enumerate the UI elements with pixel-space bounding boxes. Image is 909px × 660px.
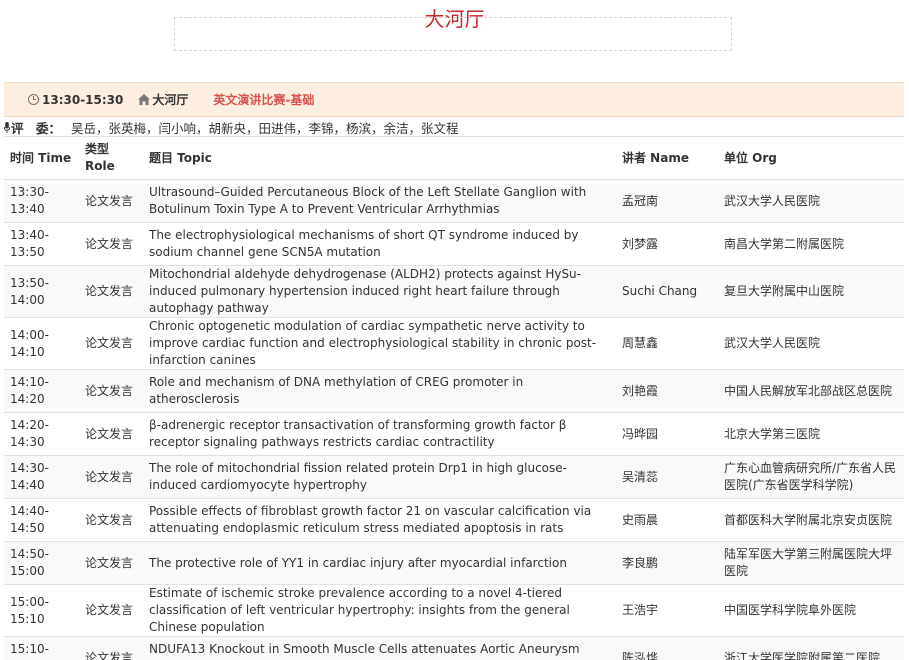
table-row: 14:30-14:40 论文发言 The role of mitochondri… [4,455,904,499]
cell-org: 陆军军医大学第三附属医院大坪医院 [718,541,904,585]
cell-speaker: 周慧鑫 [616,317,718,370]
cell-role: 论文发言 [79,317,143,370]
cell-topic: Possible effects of fibroblast growth fa… [143,498,616,542]
table-row: 13:50-14:00 论文发言 Mitochondrial aldehyde … [4,265,904,318]
cell-org: 中国医学科学院阜外医院 [718,584,904,637]
cell-speaker: 王浩宇 [616,584,718,637]
cell-time: 14:30-14:40 [4,455,79,499]
cell-speaker: 刘艳霞 [616,369,718,413]
cell-topic: Role and mechanism of DNA methylation of… [143,369,616,413]
table-row: 14:00-14:10 论文发言 Chronic optogenetic mod… [4,317,904,370]
clock-icon [28,94,39,105]
cell-role: 论文发言 [79,369,143,413]
header-time: 时间 Time [4,136,79,180]
cell-time: 15:00-15:10 [4,584,79,637]
cell-role: 论文发言 [79,541,143,585]
judges-label: 评 委： [11,120,62,136]
table-row: 13:40-13:50 论文发言 The electrophysiologica… [4,222,904,266]
cell-time: 14:00-14:10 [4,317,79,370]
judges-line: 评 委： 吴岳，张英梅，闫小响，胡新央，田进伟，李锦，杨滨，余洁，张文程 [4,119,459,136]
header-topic: 题目 Topic [143,136,616,180]
table-row: 14:50-15:00 论文发言 The protective role of … [4,541,904,585]
session-header: 13:30-15:30 大河厅 英文演讲比赛-基础 [4,82,904,117]
header-org: 单位 Org [718,136,904,180]
cell-org: 中国人民解放军北部战区总医院 [718,369,904,413]
cell-topic: The protective role of YY1 in cardiac in… [143,541,616,585]
judges-names: 吴岳，张英梅，闫小响，胡新央，田进伟，李锦，杨滨，余洁，张文程 [71,120,459,136]
table-row: 14:40-14:50 论文发言 Possible effects of fib… [4,498,904,542]
cell-role: 论文发言 [79,412,143,456]
cell-topic: The role of mitochondrial fission relate… [143,455,616,499]
session-venue: 大河厅 [152,93,189,107]
cell-org: 浙江大学医学院附属第二医院 [718,636,904,660]
cell-org: 武汉大学人民医院 [718,317,904,370]
cell-org: 首都医科大学附属北京安贞医院 [718,498,904,542]
table-row: 15:00-15:10 论文发言 Estimate of ischemic st… [4,584,904,637]
session-time-text: 13:30-15:30 [42,92,124,107]
cell-speaker: 刘梦露 [616,222,718,266]
cell-topic: Ultrasound–Guided Percutaneous Block of … [143,179,616,223]
cell-org: 南昌大学第二附属医院 [718,222,904,266]
microphone-icon [4,121,10,133]
table-row: 13:30-13:40 论文发言 Ultrasound–Guided Percu… [4,179,904,223]
home-icon [138,94,151,105]
cell-speaker: 吴清蕊 [616,455,718,499]
table-row: 14:10-14:20 论文发言 Role and mechanism of D… [4,369,904,413]
cell-speaker: 陈泓烨 [616,636,718,660]
cell-role: 论文发言 [79,265,143,318]
session-time: 13:30-15:30 [28,93,123,107]
header-speaker: 讲者 Name [616,136,718,180]
table-row: 14:20-14:30 论文发言 β-adrenergic receptor t… [4,412,904,456]
cell-topic: Chronic optogenetic modulation of cardia… [143,317,616,370]
schedule-table: 时间 Time 类型 Role 题目 Topic 讲者 Name 单位 Org … [4,136,904,660]
cell-speaker: 史雨晨 [616,498,718,542]
cell-role: 论文发言 [79,179,143,223]
cell-time: 15:10-15:20 [4,636,79,660]
cell-topic: NDUFA13 Knockout in Smooth Muscle Cells … [143,636,616,660]
header-role: 类型 Role [79,136,143,180]
session-name: 英文演讲比赛-基础 [213,93,315,107]
table-row: 15:10-15:20 论文发言 NDUFA13 Knockout in Smo… [4,636,904,660]
cell-org: 广东心血管病研究所/广东省人民医院(广东省医学科学院) [718,455,904,499]
hall-banner-box [174,17,732,51]
cell-time: 14:10-14:20 [4,369,79,413]
cell-time: 13:40-13:50 [4,222,79,266]
table-header-row: 时间 Time 类型 Role 题目 Topic 讲者 Name 单位 Org [4,136,904,180]
cell-role: 论文发言 [79,455,143,499]
cell-role: 论文发言 [79,222,143,266]
cell-org: 北京大学第三医院 [718,412,904,456]
cell-role: 论文发言 [79,636,143,660]
cell-role: 论文发言 [79,498,143,542]
cell-topic: Estimate of ischemic stroke prevalence a… [143,584,616,637]
cell-speaker: Suchi Chang [616,265,718,318]
cell-topic: β-adrenergic receptor transactivation of… [143,412,616,456]
cell-topic: Mitochondrial aldehyde dehydrogenase (AL… [143,265,616,318]
cell-speaker: 孟冠南 [616,179,718,223]
cell-time: 13:30-13:40 [4,179,79,223]
cell-role: 论文发言 [79,584,143,637]
cell-time: 14:40-14:50 [4,498,79,542]
cell-time: 13:50-14:00 [4,265,79,318]
cell-topic: The electrophysiological mechanisms of s… [143,222,616,266]
cell-org: 武汉大学人民医院 [718,179,904,223]
cell-speaker: 李良鹏 [616,541,718,585]
cell-time: 14:50-15:00 [4,541,79,585]
cell-time: 14:20-14:30 [4,412,79,456]
cell-org: 复旦大学附属中山医院 [718,265,904,318]
cell-speaker: 冯晔园 [616,412,718,456]
